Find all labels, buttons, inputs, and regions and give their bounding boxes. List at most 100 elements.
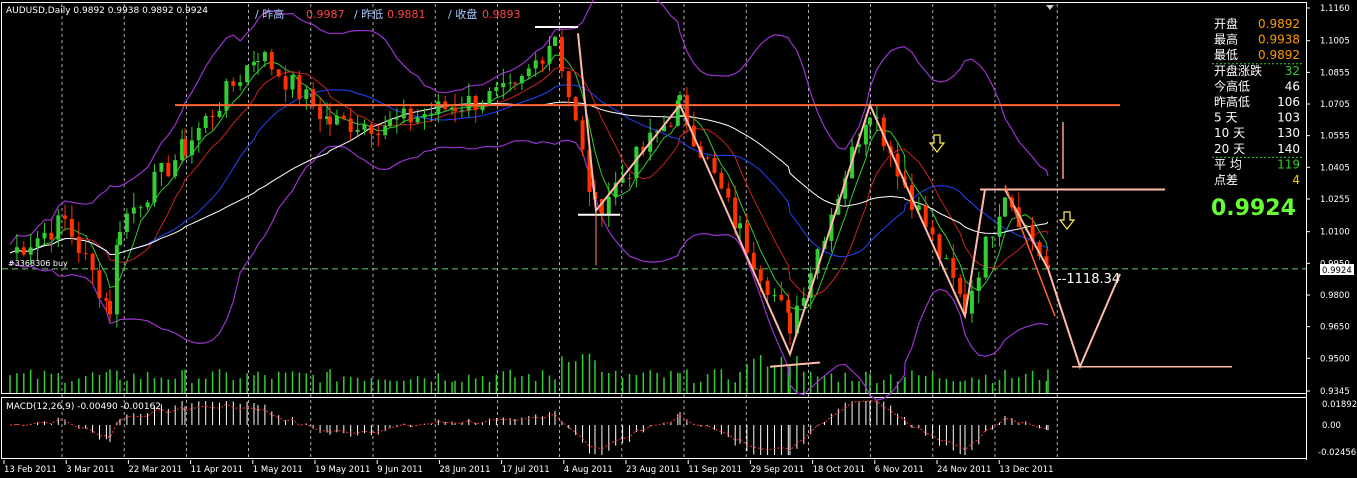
candle-body — [573, 97, 578, 121]
candlesticks — [14, 29, 1050, 346]
candle-body — [159, 162, 164, 172]
x-tick-label: 17 Jul 2011 — [502, 465, 550, 475]
moving-average-line — [9, 84, 1049, 258]
price-tick-label: 0.9800 — [1320, 291, 1350, 301]
candle-body — [788, 312, 792, 334]
candle-body — [311, 89, 316, 107]
candle-body — [930, 227, 935, 235]
candle-body — [422, 114, 427, 118]
candle-body — [566, 71, 571, 98]
candle-body — [580, 120, 585, 150]
info-row-key: 10 天 — [1214, 126, 1245, 140]
wave-pattern-line — [577, 33, 1121, 370]
price-axis: 1.1160 1.1005 1.0855 1.0705 1.0555 1.0405 1.02… — [1306, 4, 1350, 397]
x-tick-label: 6 Nov 2011 — [875, 465, 924, 475]
candle-body — [976, 277, 981, 291]
candle-body — [21, 247, 26, 255]
macd-label: MACD(12,26,9) -0.00490 -0.00162 — [6, 402, 161, 412]
candle-body — [348, 118, 353, 132]
macd-tick-zero: 0.00 — [1322, 421, 1341, 431]
x-tick-label: 11 Sep 2011 — [688, 465, 742, 475]
candle-body — [104, 298, 109, 301]
symbol-label: AUDUSD,Daily 0.9892 0.9938 0.9892 0.9924 — [6, 6, 208, 16]
candle-body — [1003, 197, 1007, 217]
chart-shift-marker[interactable] — [1046, 5, 1054, 10]
candle-body — [533, 60, 538, 69]
candle-body — [131, 207, 136, 214]
candle-body — [459, 110, 464, 112]
current-price-big: 0.9924 — [1211, 196, 1296, 221]
chart-window: AUDUSD,Daily 0.9892 0.9938 0.9892 0.9924… — [0, 0, 1357, 478]
candle-body — [733, 197, 738, 229]
info-row-value: 140 — [1277, 142, 1300, 156]
candle-body — [138, 207, 143, 209]
candle-body — [983, 236, 988, 278]
candle-body — [415, 117, 420, 123]
info-row-value: 0.9892 — [1258, 17, 1300, 31]
pattern-annotations — [175, 25, 1232, 370]
candle-body — [408, 108, 413, 123]
price-tick-label: 1.0255 — [1320, 195, 1350, 205]
candle-body — [951, 258, 956, 278]
candle-body — [726, 188, 731, 198]
candle-body — [90, 253, 95, 271]
candle-body — [166, 162, 171, 177]
info-row-value: 32 — [1285, 64, 1300, 78]
candle-body — [868, 117, 872, 125]
candle-body — [540, 60, 545, 64]
candle-body — [553, 36, 557, 46]
candle-body — [712, 158, 717, 173]
candle-body — [355, 129, 360, 132]
support-marker-line — [769, 361, 821, 368]
candle-body — [328, 116, 332, 125]
x-tick-label: 3 Mar 2011 — [66, 465, 114, 475]
candle-body — [196, 128, 201, 141]
candle-body — [376, 133, 381, 136]
candle-body — [334, 115, 339, 125]
candle-body — [35, 238, 40, 248]
candle-body — [97, 270, 102, 299]
x-tick-label: 13 Feb 2011 — [4, 465, 57, 475]
info-row-key: 5 天 — [1214, 111, 1237, 125]
x-tick-label: 19 May 2011 — [315, 465, 370, 475]
info-row-key: 开盘 — [1214, 16, 1238, 31]
candle-body — [779, 294, 784, 301]
moving-average-line — [9, 101, 1049, 256]
price-tick-label: 0.9500 — [1320, 354, 1350, 364]
price-tick-label: 1.1160 — [1320, 4, 1350, 14]
candle-body — [958, 277, 963, 295]
candle-body — [606, 196, 611, 215]
prev-low-value: 0.9881 — [387, 8, 426, 21]
candle-body — [369, 124, 374, 134]
info-row-key: 今高低 — [1214, 78, 1250, 93]
x-tick-label: 13 Dec 2011 — [999, 465, 1053, 475]
macd-tick-top: 0.01892 — [1322, 400, 1357, 410]
candle-body — [183, 139, 187, 156]
info-row-value: 46 — [1285, 79, 1300, 93]
candle-body — [42, 232, 47, 239]
candle-body — [519, 75, 524, 84]
info-row-key: 20 天 — [1214, 142, 1245, 156]
macd-panel-frame — [1, 397, 1307, 459]
candle-body — [453, 107, 457, 112]
main-chart-frame — [1, 2, 1307, 394]
candle-body — [494, 87, 499, 92]
candle-body — [487, 91, 492, 106]
candle-body — [76, 236, 81, 254]
candle-body — [627, 177, 632, 179]
candle-body — [69, 218, 74, 237]
x-tick-label: 29 Sep 2011 — [750, 465, 804, 475]
candle-body — [224, 81, 229, 111]
candle-body — [210, 115, 215, 117]
candle-body — [252, 61, 256, 66]
x-tick-label: 23 Aug 2011 — [626, 465, 680, 475]
candle-body — [269, 52, 274, 70]
info-row-key: 开盘涨跌 — [1214, 63, 1262, 78]
candle-body — [238, 82, 243, 86]
candle-body — [863, 124, 868, 145]
candle-body — [526, 68, 531, 76]
candle-body — [262, 52, 267, 62]
info-row-value: 0.9892 — [1258, 48, 1300, 62]
candle-body — [203, 115, 208, 129]
candle-body — [394, 118, 399, 120]
